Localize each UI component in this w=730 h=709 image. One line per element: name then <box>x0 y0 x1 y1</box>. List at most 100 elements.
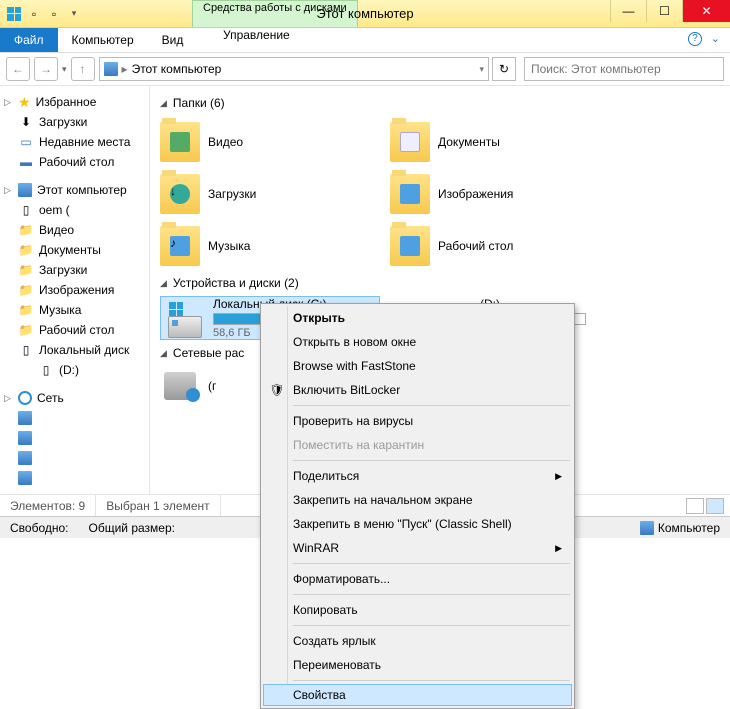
qat-dropdown-icon[interactable]: ▾ <box>66 6 82 22</box>
shield-icon: 🛡 <box>269 382 285 398</box>
contextual-tab-drives[interactable]: Средства работы с дисками <box>192 0 358 27</box>
close-button[interactable]: ✕ <box>682 0 730 22</box>
address-bar[interactable]: ▸ Этот компьютер ▾ <box>99 57 489 81</box>
ctx-separator <box>293 594 570 595</box>
computer-icon <box>640 521 654 535</box>
ctx-item-label: Закрепить в меню "Пуск" (Classic Shell) <box>293 517 512 531</box>
sidebar-item-desktop[interactable]: ▬Рабочий стол <box>0 152 149 172</box>
ctx-item-label: Browse with FastStone <box>293 359 416 373</box>
ctx-item[interactable]: Поделиться ▶ <box>263 464 572 488</box>
ctx-item[interactable]: Проверить на вирусы <box>263 409 572 433</box>
sidebar-item-pictures[interactable]: 📁Изображения <box>0 280 149 300</box>
sidebar-net-item[interactable] <box>0 408 149 428</box>
tab-manage[interactable]: Управление <box>209 28 304 42</box>
recent-icon: ▭ <box>18 134 34 150</box>
sidebar-item-localdisk[interactable]: ▯Локальный диск <box>0 340 149 360</box>
folder-icon <box>390 226 430 266</box>
context-menu: Открыть Открыть в новом окне Browse with F… <box>260 303 575 709</box>
sidebar-item-videos[interactable]: 📁Видео <box>0 220 149 240</box>
folder-desktop[interactable]: Рабочий стол <box>390 220 620 272</box>
sidebar-item-d[interactable]: ▯(D:) <box>0 360 149 380</box>
ctx-item-label: Открыть в новом окне <box>293 335 416 349</box>
sidebar-item-music[interactable]: 📁Музыка <box>0 300 149 320</box>
qat-properties-icon[interactable]: ▫ <box>26 6 42 22</box>
breadcrumb-sep: ▸ <box>122 62 128 76</box>
folder-icon <box>160 122 200 162</box>
sidebar-net-item[interactable] <box>0 448 149 468</box>
view-tiles-icon[interactable] <box>706 498 724 514</box>
computer-icon <box>104 62 118 76</box>
collapse-icon[interactable]: ◢ <box>160 98 167 109</box>
star-icon: ★ <box>18 94 31 111</box>
ctx-separator <box>293 625 570 626</box>
network-item-label: (г <box>208 379 216 393</box>
folder-music[interactable]: ♪Музыка <box>160 220 390 272</box>
ctx-item[interactable]: Переименовать <box>263 653 572 677</box>
ctx-item-label: Поделиться <box>293 469 359 483</box>
ctx-item-label: Форматировать... <box>293 572 390 586</box>
refresh-button[interactable]: ↻ <box>492 57 516 81</box>
sidebar-net-item[interactable] <box>0 468 149 488</box>
submenu-arrow-icon: ▶ <box>555 543 562 554</box>
ribbon-expand-icon[interactable]: ⌄ <box>711 32 720 45</box>
ctx-item[interactable]: Свойства <box>263 684 572 706</box>
nav-history-dropdown[interactable]: ▾ <box>62 64 67 75</box>
view-details-icon[interactable] <box>686 498 704 514</box>
sidebar-item-downloads2[interactable]: 📁Загрузки <box>0 260 149 280</box>
ctx-item[interactable]: Закрепить в меню "Пуск" (Classic Shell) <box>263 512 572 536</box>
nav-back-button[interactable]: ← <box>6 57 30 81</box>
ctx-item-label: Копировать <box>293 603 358 617</box>
ctx-item[interactable]: 🛡Включить BitLocker <box>263 378 572 402</box>
computer-icon <box>18 431 32 445</box>
nav-up-button[interactable]: ↑ <box>71 57 95 81</box>
address-dropdown-icon[interactable]: ▾ <box>479 64 484 75</box>
ctx-item-label: Создать ярлык <box>293 634 376 648</box>
details-free: Свободно: <box>0 521 79 535</box>
sidebar-network[interactable]: ▷Сеть <box>0 388 149 408</box>
ctx-item[interactable]: Открыть <box>263 306 572 330</box>
folder-documents[interactable]: Документы <box>390 116 620 168</box>
sidebar-favorites[interactable]: ▷★Избранное <box>0 92 149 112</box>
minimize-button[interactable]: — <box>610 0 646 22</box>
tab-computer[interactable]: Компьютер <box>58 28 148 52</box>
sidebar-item-recent[interactable]: ▭Недавние места <box>0 132 149 152</box>
maximize-button[interactable]: ☐ <box>646 0 682 22</box>
collapse-icon[interactable]: ◢ <box>160 348 167 359</box>
ctx-item-label: Открыть <box>293 311 345 325</box>
sidebar-item-documents[interactable]: 📁Документы <box>0 240 149 260</box>
section-drives[interactable]: ◢Устройства и диски (2) <box>160 276 720 290</box>
folder-videos[interactable]: Видео <box>160 116 390 168</box>
qat-newfolder-icon[interactable]: ▫ <box>46 6 62 22</box>
tab-view[interactable]: Вид <box>148 28 198 52</box>
ctx-item[interactable]: Закрепить на начальном экране <box>263 488 572 512</box>
nav-forward-button[interactable]: → <box>34 57 58 81</box>
tab-file[interactable]: Файл <box>0 28 58 52</box>
sidebar-item-downloads[interactable]: ⬇Загрузки <box>0 112 149 132</box>
ctx-item[interactable]: WinRAR ▶ <box>263 536 572 560</box>
sidebar-thispc[interactable]: ▷Этот компьютер <box>0 180 149 200</box>
ctx-item[interactable]: Форматировать... <box>263 567 572 591</box>
titlebar: ▫ ▫ ▾ Средства работы с дисками Этот ком… <box>0 0 730 28</box>
ctx-separator <box>293 460 570 461</box>
ctx-item-label: Переименовать <box>293 658 381 672</box>
help-icon[interactable]: ? <box>688 32 702 46</box>
folder-icon: 📁 <box>18 242 34 258</box>
ctx-item[interactable]: Создать ярлык <box>263 629 572 653</box>
ctx-item[interactable]: Открыть в новом окне <box>263 330 572 354</box>
sidebar-net-item[interactable] <box>0 428 149 448</box>
folder-pictures[interactable]: Изображения <box>390 168 620 220</box>
explorer-icon <box>6 6 22 22</box>
section-folders[interactable]: ◢Папки (6) <box>160 96 720 110</box>
ctx-item[interactable]: Копировать <box>263 598 572 622</box>
folder-downloads[interactable]: ↓Загрузки <box>160 168 390 220</box>
sidebar-item-desktop2[interactable]: 📁Рабочий стол <box>0 320 149 340</box>
ctx-separator <box>293 680 570 681</box>
ctx-item-label: WinRAR <box>293 541 339 555</box>
desktop-icon: ▬ <box>18 154 34 170</box>
sidebar-item-oem[interactable]: ▯oem ( <box>0 200 149 220</box>
ctx-item[interactable]: Browse with FastStone <box>263 354 572 378</box>
collapse-icon[interactable]: ◢ <box>160 278 167 289</box>
search-input[interactable] <box>524 57 724 81</box>
submenu-arrow-icon: ▶ <box>555 471 562 482</box>
breadcrumb[interactable]: Этот компьютер <box>132 62 222 76</box>
